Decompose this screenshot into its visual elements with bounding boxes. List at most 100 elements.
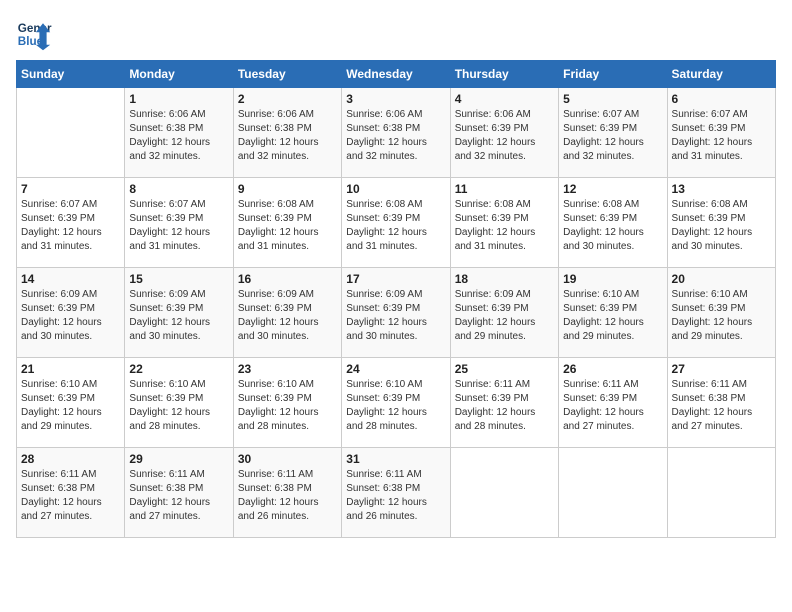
- day-number: 19: [563, 272, 662, 286]
- calendar-cell: 12 Sunrise: 6:08 AM Sunset: 6:39 PM Dayli…: [559, 178, 667, 268]
- day-info: Sunrise: 6:10 AM Sunset: 6:39 PM Dayligh…: [346, 378, 445, 434]
- calendar-cell: 15Sunrise: 6:09 AM Sunset: 6:39 PM Dayli…: [125, 268, 233, 358]
- logo-icon: General Blue: [16, 16, 52, 52]
- day-info: Sunrise: 6:08 AM Sunset: 6:39 PM Dayligh…: [238, 198, 337, 254]
- calendar-cell: 10 Sunrise: 6:08 AM Sunset: 6:39 PM Dayli…: [342, 178, 450, 268]
- day-info: Sunrise: 6:11 AM Sunset: 6:38 PM Dayligh…: [672, 378, 771, 434]
- day-info: Sunrise: 6:06 AM Sunset: 6:38 PM Dayligh…: [238, 108, 337, 164]
- calendar-cell: 6Sunrise: 6:07 AM Sunset: 6:39 PM Daylig…: [667, 88, 775, 178]
- day-number: 9: [238, 182, 337, 196]
- calendar-week-5: 28 Sunrise: 6:11 AM Sunset: 6:38 PM Dayli…: [17, 448, 776, 538]
- day-number: 21: [21, 362, 120, 376]
- day-info: Sunrise: 6:08 AM Sunset: 6:39 PM Dayligh…: [455, 198, 554, 254]
- day-number: 17: [346, 272, 445, 286]
- day-info: Sunrise: 6:11 AM Sunset: 6:38 PM Dayligh…: [238, 468, 337, 524]
- calendar-cell: 18 Sunrise: 6:09 AM Sunset: 6:39 PM Dayli…: [450, 268, 558, 358]
- weekday-header-row: SundayMondayTuesdayWednesdayThursdayFrid…: [17, 61, 776, 88]
- calendar-cell: 13Sunrise: 6:08 AM Sunset: 6:39 PM Dayli…: [667, 178, 775, 268]
- page-header: General Blue: [16, 16, 776, 52]
- weekday-header-friday: Friday: [559, 61, 667, 88]
- calendar-cell: 19 Sunrise: 6:10 AM Sunset: 6:39 PM Dayli…: [559, 268, 667, 358]
- calendar-cell: 28 Sunrise: 6:11 AM Sunset: 6:38 PM Dayli…: [17, 448, 125, 538]
- day-info: Sunrise: 6:07 AM Sunset: 6:39 PM Dayligh…: [21, 198, 120, 254]
- day-info: Sunrise: 6:10 AM Sunset: 6:39 PM Dayligh…: [563, 288, 662, 344]
- day-number: 11: [455, 182, 554, 196]
- day-info: Sunrise: 6:08 AM Sunset: 6:39 PM Dayligh…: [346, 198, 445, 254]
- day-info: Sunrise: 6:07 AM Sunset: 6:39 PM Dayligh…: [563, 108, 662, 164]
- day-info: Sunrise: 6:09 AM Sunset: 6:39 PM Dayligh…: [21, 288, 120, 344]
- day-info: Sunrise: 6:06 AM Sunset: 6:39 PM Dayligh…: [455, 108, 554, 164]
- day-info: Sunrise: 6:11 AM Sunset: 6:38 PM Dayligh…: [129, 468, 228, 524]
- calendar-cell: 31 Sunrise: 6:11 AM Sunset: 6:38 PM Dayli…: [342, 448, 450, 538]
- calendar-cell: 30 Sunrise: 6:11 AM Sunset: 6:38 PM Dayli…: [233, 448, 341, 538]
- day-info: Sunrise: 6:11 AM Sunset: 6:39 PM Dayligh…: [455, 378, 554, 434]
- day-info: Sunrise: 6:07 AM Sunset: 6:39 PM Dayligh…: [672, 108, 771, 164]
- day-info: Sunrise: 6:11 AM Sunset: 6:38 PM Dayligh…: [346, 468, 445, 524]
- day-number: 16: [238, 272, 337, 286]
- day-number: 27: [672, 362, 771, 376]
- weekday-header-wednesday: Wednesday: [342, 61, 450, 88]
- calendar-cell: 9 Sunrise: 6:08 AM Sunset: 6:39 PM Daylig…: [233, 178, 341, 268]
- calendar-cell: 21 Sunrise: 6:10 AM Sunset: 6:39 PM Dayli…: [17, 358, 125, 448]
- calendar-cell: 23 Sunrise: 6:10 AM Sunset: 6:39 PM Dayli…: [233, 358, 341, 448]
- calendar-cell: 20 Sunrise: 6:10 AM Sunset: 6:39 PM Dayli…: [667, 268, 775, 358]
- day-number: 20: [672, 272, 771, 286]
- day-number: 28: [21, 452, 120, 466]
- day-number: 26: [563, 362, 662, 376]
- calendar-cell: 11 Sunrise: 6:08 AM Sunset: 6:39 PM Dayli…: [450, 178, 558, 268]
- day-number: 3: [346, 92, 445, 106]
- calendar-cell: 24 Sunrise: 6:10 AM Sunset: 6:39 PM Dayli…: [342, 358, 450, 448]
- day-number: 31: [346, 452, 445, 466]
- day-number: 1: [129, 92, 228, 106]
- day-info: Sunrise: 6:11 AM Sunset: 6:39 PM Dayligh…: [563, 378, 662, 434]
- day-info: Sunrise: 6:10 AM Sunset: 6:39 PM Dayligh…: [129, 378, 228, 434]
- calendar-cell: 22 Sunrise: 6:10 AM Sunset: 6:39 PM Dayli…: [125, 358, 233, 448]
- day-number: 25: [455, 362, 554, 376]
- calendar-cell: 7 Sunrise: 6:07 AM Sunset: 6:39 PM Daylig…: [17, 178, 125, 268]
- day-number: 14: [21, 272, 120, 286]
- weekday-header-thursday: Thursday: [450, 61, 558, 88]
- day-number: 29: [129, 452, 228, 466]
- day-number: 23: [238, 362, 337, 376]
- day-info: Sunrise: 6:10 AM Sunset: 6:39 PM Dayligh…: [238, 378, 337, 434]
- weekday-header-monday: Monday: [125, 61, 233, 88]
- calendar-cell: [17, 88, 125, 178]
- day-info: Sunrise: 6:09 AM Sunset: 6:39 PM Dayligh…: [129, 288, 228, 344]
- calendar-cell: [559, 448, 667, 538]
- day-number: 18: [455, 272, 554, 286]
- day-info: Sunrise: 6:11 AM Sunset: 6:38 PM Dayligh…: [21, 468, 120, 524]
- day-info: Sunrise: 6:06 AM Sunset: 6:38 PM Dayligh…: [129, 108, 228, 164]
- calendar-cell: 26 Sunrise: 6:11 AM Sunset: 6:39 PM Dayli…: [559, 358, 667, 448]
- day-number: 7: [21, 182, 120, 196]
- day-number: 2: [238, 92, 337, 106]
- calendar-cell: 3 Sunrise: 6:06 AM Sunset: 6:38 PM Daylig…: [342, 88, 450, 178]
- logo: General Blue: [16, 16, 52, 52]
- calendar-cell: 5Sunrise: 6:07 AM Sunset: 6:39 PM Daylig…: [559, 88, 667, 178]
- weekday-header-saturday: Saturday: [667, 61, 775, 88]
- day-info: Sunrise: 6:08 AM Sunset: 6:39 PM Dayligh…: [563, 198, 662, 254]
- day-number: 24: [346, 362, 445, 376]
- day-number: 10: [346, 182, 445, 196]
- weekday-header-tuesday: Tuesday: [233, 61, 341, 88]
- calendar-week-1: 1 Sunrise: 6:06 AM Sunset: 6:38 PM Daylig…: [17, 88, 776, 178]
- day-number: 30: [238, 452, 337, 466]
- calendar-week-3: 14 Sunrise: 6:09 AM Sunset: 6:39 PM Dayli…: [17, 268, 776, 358]
- day-info: Sunrise: 6:10 AM Sunset: 6:39 PM Dayligh…: [21, 378, 120, 434]
- day-info: Sunrise: 6:06 AM Sunset: 6:38 PM Dayligh…: [346, 108, 445, 164]
- day-number: 12: [563, 182, 662, 196]
- calendar-cell: [667, 448, 775, 538]
- day-number: 8: [129, 182, 228, 196]
- calendar-week-2: 7 Sunrise: 6:07 AM Sunset: 6:39 PM Daylig…: [17, 178, 776, 268]
- day-number: 22: [129, 362, 228, 376]
- calendar-cell: 27 Sunrise: 6:11 AM Sunset: 6:38 PM Dayli…: [667, 358, 775, 448]
- day-number: 13: [672, 182, 771, 196]
- calendar-cell: 2 Sunrise: 6:06 AM Sunset: 6:38 PM Daylig…: [233, 88, 341, 178]
- weekday-header-sunday: Sunday: [17, 61, 125, 88]
- calendar-table: SundayMondayTuesdayWednesdayThursdayFrid…: [16, 60, 776, 538]
- day-info: Sunrise: 6:09 AM Sunset: 6:39 PM Dayligh…: [455, 288, 554, 344]
- day-info: Sunrise: 6:09 AM Sunset: 6:39 PM Dayligh…: [238, 288, 337, 344]
- calendar-cell: 14 Sunrise: 6:09 AM Sunset: 6:39 PM Dayli…: [17, 268, 125, 358]
- calendar-cell: 1 Sunrise: 6:06 AM Sunset: 6:38 PM Daylig…: [125, 88, 233, 178]
- calendar-cell: 16 Sunrise: 6:09 AM Sunset: 6:39 PM Dayli…: [233, 268, 341, 358]
- day-info: Sunrise: 6:10 AM Sunset: 6:39 PM Dayligh…: [672, 288, 771, 344]
